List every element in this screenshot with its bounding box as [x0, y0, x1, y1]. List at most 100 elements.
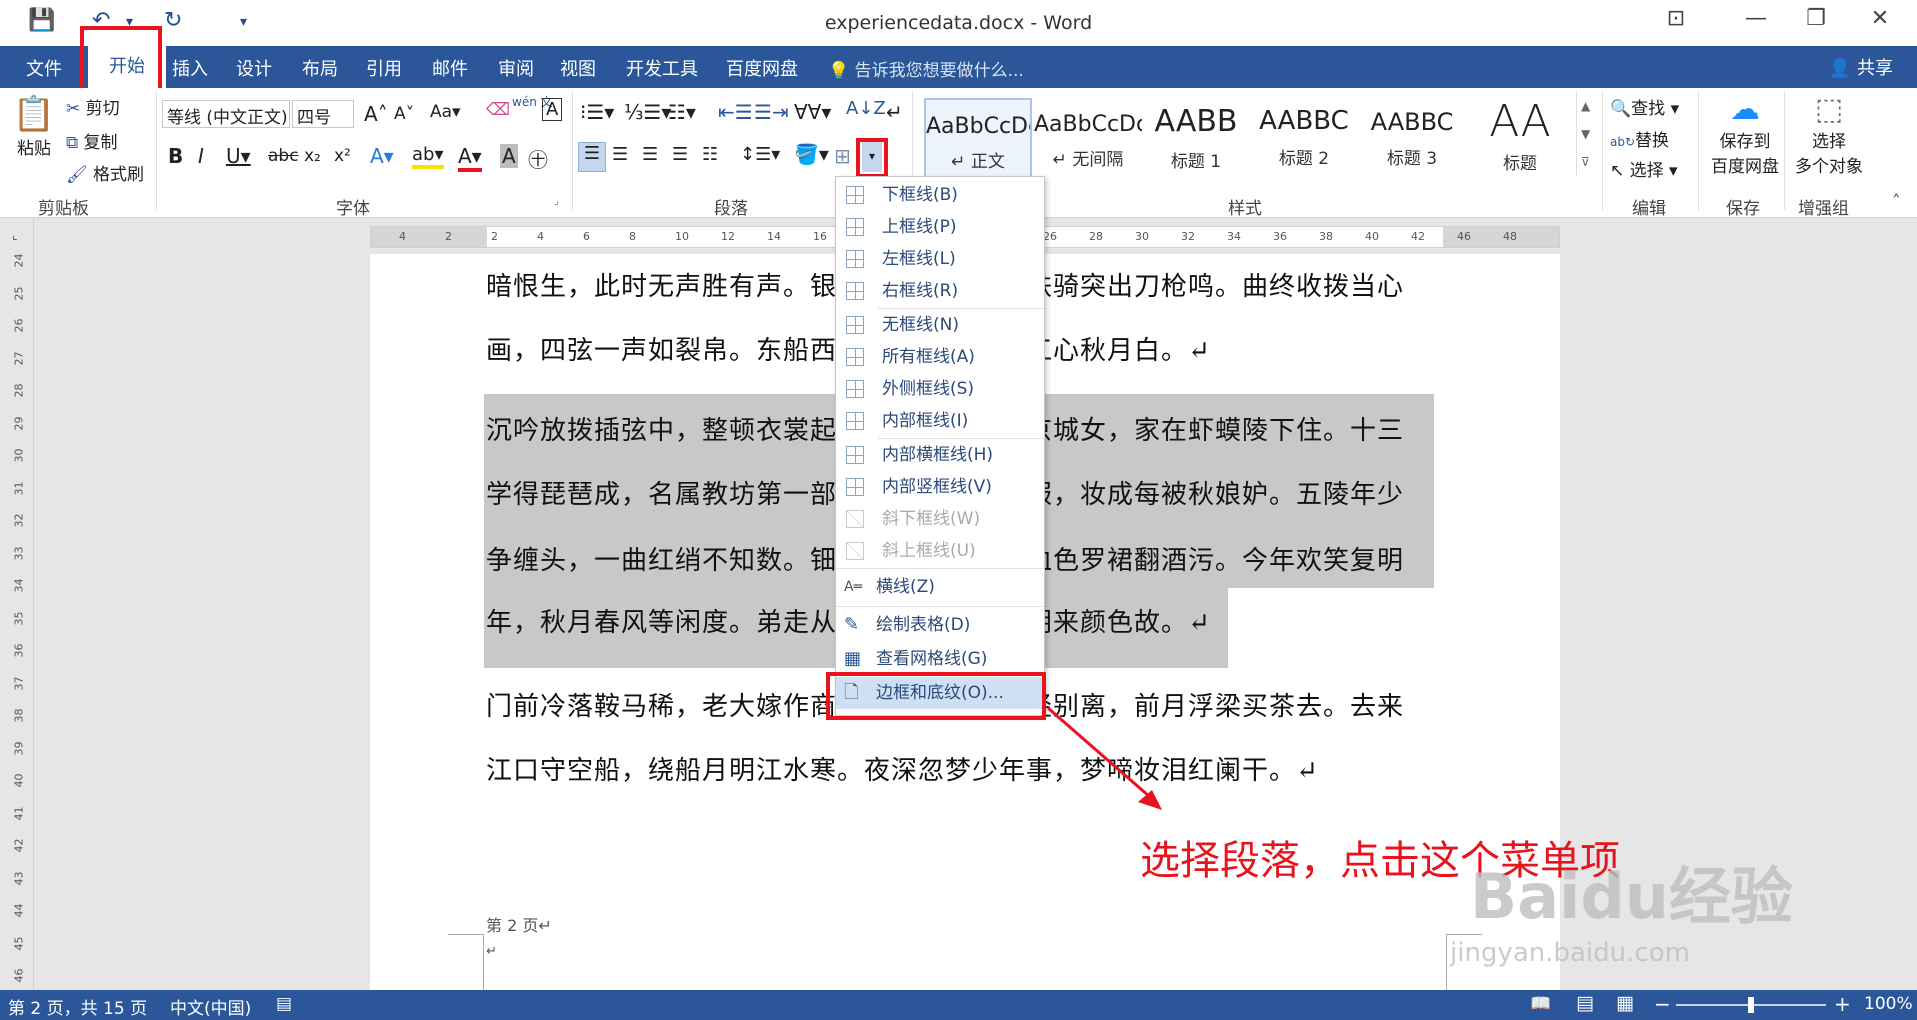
font-name-combo[interactable]: 等线 (中文正文) — [162, 100, 290, 128]
style-heading-3[interactable]: AABBC 标题 3 — [1358, 98, 1466, 180]
text-effects-button[interactable]: A▾ — [370, 144, 394, 168]
menu-item-label: 查看网格线(G) — [876, 649, 988, 669]
tab-review[interactable]: 审阅 — [498, 55, 534, 81]
share-button[interactable]: 👤 共享 — [1829, 54, 1893, 80]
menu-item-right-border[interactable]: 右框线(R) — [836, 275, 1044, 307]
style-no-spacing[interactable]: AaBbCcDc ↵ 无间隔 — [1034, 98, 1142, 180]
language-indicator[interactable]: 中文(中国) — [170, 994, 251, 1019]
menu-item-inside-horizontal[interactable]: 内部横框线(H) — [836, 439, 1044, 471]
font-size-combo[interactable]: 四号 — [292, 100, 354, 128]
shading-button[interactable]: 🪣▾ — [794, 142, 829, 166]
print-layout-icon[interactable]: ▤ — [1576, 992, 1594, 1014]
select-button[interactable]: ↖ 选择 ▾ — [1610, 156, 1678, 181]
tab-design[interactable]: 设计 — [236, 55, 272, 81]
paste-button[interactable]: 📋 粘贴 — [12, 94, 56, 159]
styles-scroll-arrows[interactable]: ▲ ▼ ⊽ — [1576, 92, 1590, 176]
style-title[interactable]: AA 标题 — [1466, 96, 1574, 180]
select-multiple-button[interactable]: ⬚ 选择 多个对象 — [1790, 92, 1868, 177]
distributed-button[interactable]: ☷ — [702, 144, 718, 165]
web-layout-icon[interactable]: ▦ — [1616, 992, 1634, 1014]
menu-item-horizontal-line[interactable]: A═ 横线(Z) — [836, 571, 1044, 603]
align-justify-left-button[interactable]: ☰ — [578, 142, 606, 172]
align-center-button[interactable]: ☰ — [612, 144, 628, 165]
menu-item-inside-vertical[interactable]: 内部竖框线(V) — [836, 471, 1044, 503]
tab-baidu-netdisk[interactable]: 百度网盘 — [726, 55, 798, 81]
tab-view[interactable]: 视图 — [560, 55, 596, 81]
char-shading-button[interactable]: A — [500, 144, 518, 168]
font-color-button[interactable]: A▾ — [458, 144, 482, 172]
change-case-button[interactable]: Aa▾ — [430, 102, 461, 122]
subscript-button[interactable]: x₂ — [304, 146, 321, 166]
bold-button[interactable]: B — [168, 144, 183, 168]
menu-item-label: 右框线(R) — [882, 281, 959, 301]
read-mode-icon[interactable]: 📖 — [1530, 994, 1551, 1014]
menu-item-left-border[interactable]: 左框线(L) — [836, 243, 1044, 275]
enclose-char-button[interactable]: ㊉ — [528, 144, 548, 173]
line-spacing-button[interactable]: ↕☰▾ — [740, 144, 780, 165]
collapse-ribbon-icon[interactable]: ˄ — [1892, 192, 1901, 212]
align-right-button[interactable]: ☰ — [642, 144, 658, 165]
page-count[interactable]: 第 2 页，共 15 页 — [8, 994, 147, 1019]
menu-item-view-gridlines[interactable]: ▦ 查看网格线(G) — [836, 643, 1044, 675]
crop-mark — [448, 934, 484, 990]
person-icon: 👤 — [1828, 58, 1852, 79]
menu-item-all-borders[interactable]: 所有框线(A) — [836, 341, 1044, 373]
superscript-button[interactable]: x² — [334, 146, 351, 166]
style-heading-2[interactable]: AABBC 标题 2 — [1250, 98, 1358, 180]
strikethrough-button[interactable]: abc — [268, 146, 299, 166]
tab-layout[interactable]: 布局 — [302, 55, 338, 81]
bullets-button[interactable]: ⁝☰▾ — [580, 100, 614, 124]
tell-me-box[interactable]: 💡 告诉我您想要做什么... — [828, 56, 1024, 81]
style-name: ↵ 正文 — [951, 152, 1005, 172]
multilevel-list-button[interactable]: ☷▾ — [668, 100, 696, 124]
zoom-out-button[interactable]: − — [1654, 992, 1671, 1016]
highlight-button[interactable]: ab▾ — [412, 144, 444, 169]
menu-item-no-border[interactable]: 无框线(N) — [836, 309, 1044, 341]
grow-font-button[interactable]: A˄ — [364, 102, 388, 126]
tab-selector[interactable]: ⌞ — [12, 228, 18, 242]
borders-button[interactable]: ⊞ — [834, 144, 851, 168]
chinese-layout-button[interactable]: ⱯⱯ▾ — [794, 100, 831, 124]
underline-button[interactable]: U▾ — [226, 144, 251, 168]
show-marks-button[interactable]: ↵ — [886, 100, 903, 124]
italic-button[interactable]: I — [198, 144, 204, 168]
menu-item-bottom-border[interactable]: 下框线(B) — [836, 179, 1044, 211]
macro-record-icon[interactable]: ▤ — [276, 994, 292, 1014]
tab-references[interactable]: 引用 — [366, 55, 402, 81]
zoom-slider-thumb[interactable] — [1748, 997, 1754, 1013]
zoom-level[interactable]: 100% — [1864, 994, 1913, 1014]
decrease-indent-button[interactable]: ⇤☰ — [718, 100, 753, 124]
menu-item-top-border[interactable]: 上框线(P) — [836, 211, 1044, 243]
tab-insert[interactable]: 插入 — [172, 55, 208, 81]
minimize-button[interactable]: — — [1736, 6, 1776, 31]
replace-button[interactable]: ab↻替换 — [1610, 126, 1669, 151]
scissors-icon: ✂ — [66, 99, 81, 119]
menu-item-inside-borders[interactable]: 内部框线(I) — [836, 405, 1044, 437]
find-button[interactable]: 🔍查找 ▾ — [1610, 94, 1679, 119]
maximize-button[interactable]: ❐ — [1796, 6, 1836, 31]
copy-button[interactable]: ⧉ 复制 — [66, 128, 118, 153]
clear-format-icon[interactable]: ⌫ — [486, 100, 510, 120]
format-painter-button[interactable]: 🖌 格式刷 — [66, 160, 144, 185]
style-heading-1[interactable]: AABB 标题 1 — [1142, 98, 1250, 180]
replace-label: 替换 — [1635, 131, 1670, 151]
cut-button[interactable]: ✂ 剪切 — [66, 94, 120, 119]
char-border-button[interactable]: A — [542, 98, 563, 121]
vruler-tick-label: 38 — [12, 708, 26, 723]
sort-button[interactable]: A↓Z — [846, 98, 886, 119]
font-dialog-launcher-icon[interactable]: ⌟ — [554, 196, 559, 207]
numbering-button[interactable]: ⅓☰▾ — [624, 100, 671, 124]
tab-developer[interactable]: 开发工具 — [626, 55, 698, 81]
justify-button[interactable]: ☰ — [672, 144, 688, 165]
menu-item-draw-table[interactable]: ✎ 绘制表格(D) — [836, 609, 1044, 641]
increase-indent-button[interactable]: ☰⇥ — [754, 100, 789, 124]
ribbon-display-icon[interactable]: ⊡ — [1656, 6, 1696, 31]
shrink-font-button[interactable]: A˅ — [394, 104, 414, 124]
tab-file[interactable]: 文件 — [26, 55, 62, 81]
tab-mailings[interactable]: 邮件 — [432, 55, 468, 81]
zoom-in-button[interactable]: + — [1834, 992, 1851, 1016]
menu-item-outside-borders[interactable]: 外侧框线(S) — [836, 373, 1044, 405]
save-to-baidu-button[interactable]: ☁ 保存到 百度网盘 — [1704, 92, 1786, 177]
style-normal[interactable]: AaBbCcDc ↵ 正文 — [924, 98, 1032, 180]
close-button[interactable]: ✕ — [1860, 6, 1900, 31]
